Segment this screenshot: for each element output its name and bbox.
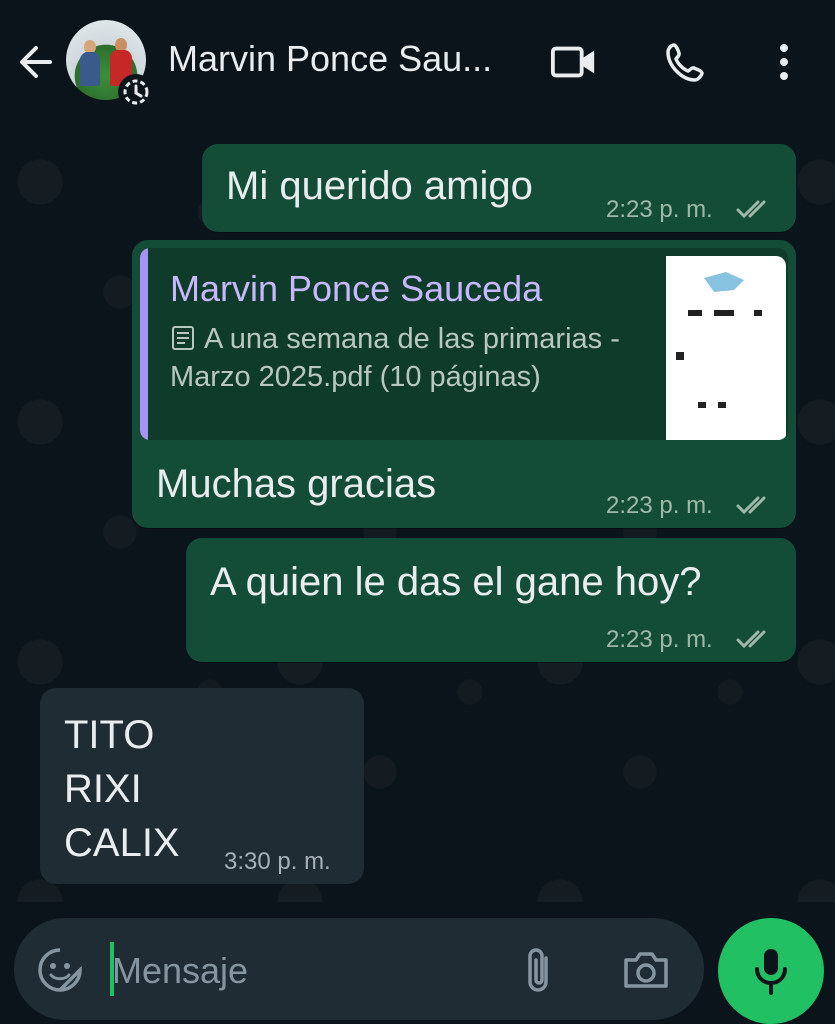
video-call-icon[interactable]	[550, 38, 598, 86]
camera-icon[interactable]	[620, 946, 672, 994]
mic-button[interactable]	[718, 918, 824, 1024]
outgoing-message-with-reply[interactable]: Marvin Ponce Sauceda A una semana de las…	[132, 240, 796, 528]
back-arrow-icon[interactable]	[14, 40, 58, 84]
message-text: A quien le das el gane hoy?	[210, 560, 702, 604]
more-vert-icon[interactable]	[760, 38, 808, 86]
pdf-thumbnail[interactable]	[666, 256, 786, 440]
message-time: 3:30 p. m.	[224, 848, 331, 875]
message-time: 2:23 p. m.	[606, 492, 713, 519]
quoted-file: A una semana de las primarias - Marzo 20…	[170, 320, 640, 396]
message-time: 2:23 p. m.	[606, 626, 713, 653]
message-line: RIXI	[64, 767, 142, 811]
message-input[interactable]: Mensaje	[112, 950, 248, 992]
status-timer-icon	[118, 74, 154, 110]
contact-name[interactable]: Marvin Ponce Sau...	[168, 38, 518, 80]
quote-bar	[140, 248, 148, 440]
attach-icon[interactable]	[516, 944, 564, 996]
chat-header: Marvin Ponce Sau...	[0, 0, 835, 122]
message-time: 2:23 p. m.	[606, 196, 713, 223]
read-ticks-icon	[736, 200, 766, 219]
message-line: CALIX	[64, 821, 180, 865]
document-icon	[172, 326, 194, 350]
microphone-icon	[755, 949, 787, 995]
outgoing-message[interactable]: Mi querido amigo 2:23 p. m.	[202, 144, 796, 232]
sticker-icon[interactable]	[36, 946, 84, 994]
outgoing-message[interactable]: A quien le das el gane hoy? 2:23 p. m.	[186, 538, 796, 662]
read-ticks-icon	[736, 496, 766, 515]
message-text: TITO RIXI CALIX	[64, 708, 180, 870]
read-ticks-icon	[736, 630, 766, 649]
message-text: Mi querido amigo	[226, 164, 533, 208]
phone-call-icon[interactable]	[662, 38, 710, 86]
quoted-sender-name: Marvin Ponce Sauceda	[170, 268, 543, 309]
incoming-message[interactable]: TITO RIXI CALIX 3:30 p. m.	[40, 688, 364, 884]
message-text: Muchas gracias	[156, 462, 437, 506]
quoted-file-text: A una semana de las primarias - Marzo 20…	[170, 323, 620, 393]
message-line: TITO	[64, 713, 155, 757]
quoted-message[interactable]: Marvin Ponce Sauceda A una semana de las…	[140, 248, 788, 440]
